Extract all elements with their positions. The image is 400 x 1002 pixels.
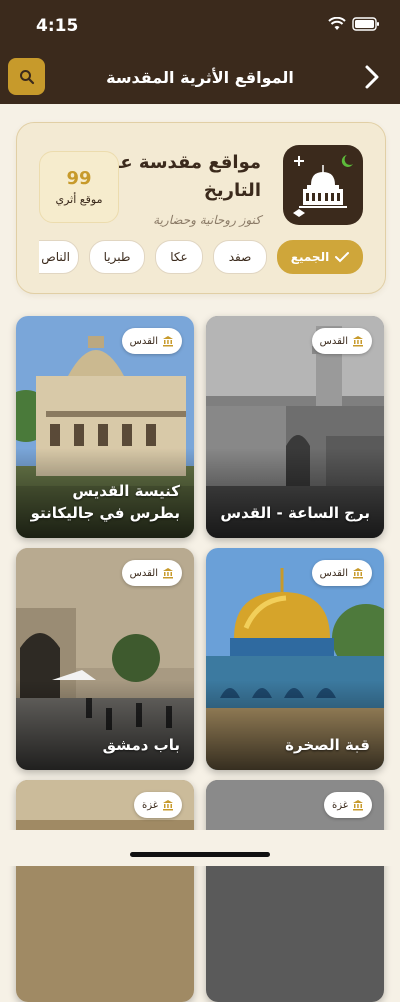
site-card-title: باب دمشق: [102, 736, 180, 754]
site-card-damascus-gate[interactable]: القدس باب دمشق: [16, 548, 194, 770]
bottom-safe-area: [0, 830, 400, 866]
city-badge: غزة: [324, 792, 372, 818]
city-badge-label: القدس: [129, 335, 158, 347]
site-count: 99: [66, 168, 92, 189]
site-count-box: 99 موقع أثري: [39, 151, 119, 223]
city-badge-label: القدس: [319, 567, 348, 579]
filter-chip-label: طبريا: [103, 250, 131, 264]
site-card-title: كنيسة القديس بطرس في جاليكانتو: [30, 482, 180, 522]
hero-card: مواقع مقدسة عبر التاريخ كنوز روحانية وحض…: [16, 122, 386, 294]
card-shade: [206, 680, 384, 770]
site-card-title: قبة الصخرة: [285, 736, 370, 754]
city-badge-label: غزة: [332, 799, 348, 811]
city-badge-label: القدس: [319, 335, 348, 347]
city-badge: القدس: [311, 328, 372, 354]
filter-chip-akka[interactable]: عكا: [155, 240, 203, 274]
landmark-icon: [163, 800, 173, 811]
chevron-right-icon[interactable]: [362, 62, 382, 92]
city-badge-label: القدس: [129, 567, 158, 579]
landmark-icon: [353, 568, 363, 579]
site-card-gaza-1[interactable]: غزة: [206, 780, 384, 1002]
site-count-label: موقع أثري: [55, 193, 103, 206]
site-card-clock-tower[interactable]: القدس برج الساعة - القدس: [206, 316, 384, 538]
city-badge: القدس: [311, 560, 372, 586]
filter-chip-label: عكا: [170, 250, 188, 264]
city-badge: القدس: [121, 560, 182, 586]
landmark-icon: [353, 336, 363, 347]
checkmark-icon: [335, 252, 350, 263]
status-time: 4:15: [36, 16, 79, 36]
main-content: مواقع مقدسة عبر التاريخ كنوز روحانية وحض…: [0, 104, 400, 1002]
filter-chip-label: صفد: [228, 250, 252, 264]
hero-subtitle: كنوز روحانية وحضارية: [153, 213, 261, 227]
landmark-icon: [353, 800, 363, 811]
site-card-title: برج الساعة - القدس: [220, 504, 370, 522]
filter-chip-nazareth[interactable]: الناص: [39, 240, 79, 274]
card-shade: [16, 680, 194, 770]
site-card-st-peter[interactable]: القدس كنيسة القديس بطرس في جاليكانتو: [16, 316, 194, 538]
status-icons: [328, 17, 380, 31]
home-indicator: [130, 852, 270, 857]
site-card-dome-of-rock[interactable]: القدس قبة الصخرة: [206, 548, 384, 770]
battery-icon: [352, 17, 379, 31]
wifi-icon: [328, 17, 346, 30]
dome-emblem: [283, 145, 363, 225]
card-shade: [206, 448, 384, 538]
site-card-gaza-2[interactable]: غزة: [16, 780, 194, 1002]
dome-emblem-icon: [293, 155, 353, 217]
filter-chip-label: الجميع: [290, 250, 330, 264]
page-title: المواقع الأثرية المقدسة: [106, 68, 294, 87]
status-bar: 4:15: [0, 0, 400, 52]
landmark-icon: [163, 568, 173, 579]
city-filter-row: الجميع صفد عكا طبريا الناص: [39, 240, 363, 274]
filter-chip-tiberias[interactable]: طبريا: [89, 240, 145, 274]
city-badge: غزة: [134, 792, 182, 818]
filter-chip-label: الناص: [41, 250, 70, 264]
filter-chip-safed[interactable]: صفد: [213, 240, 267, 274]
landmark-icon: [163, 336, 173, 347]
city-badge-label: غزة: [142, 799, 158, 811]
city-badge: القدس: [121, 328, 182, 354]
filter-chip-all[interactable]: الجميع: [277, 240, 363, 274]
nav-bar: المواقع الأثرية المقدسة: [0, 52, 400, 104]
hero-title: مواقع مقدسة عبر التاريخ: [101, 152, 261, 201]
